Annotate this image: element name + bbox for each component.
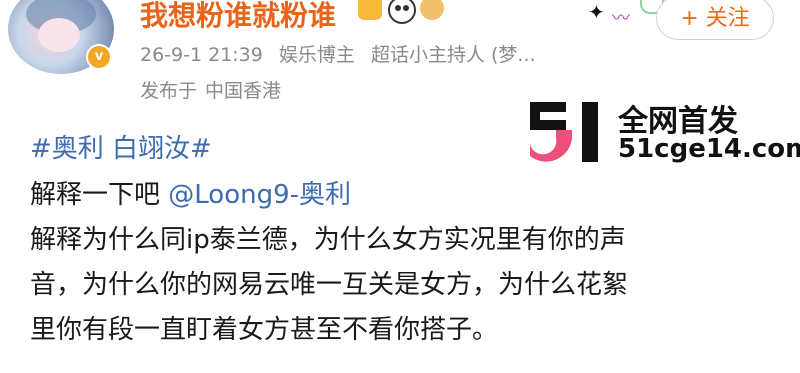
watermark: 全网首发 51cge14.com [526,98,800,166]
verified-badge-icon: v [86,44,112,70]
avatar-face [38,18,80,52]
watermark-domain: 51cge14.com [618,134,800,164]
username[interactable]: 我想粉谁就粉谁 [140,0,336,34]
author-topic-title[interactable]: 超话小主持人 (梦... [371,44,536,66]
mention-link[interactable]: @Loong9-奥利 [168,180,351,210]
post-text-line: 里你有段一直盯着女方甚至不看你搭子。 [30,315,499,345]
wave-sticker-icon: 〰 [612,8,630,29]
post-timestamp: 26-9-1 21:39 [140,44,263,66]
dessert-emoji-icon [420,0,444,20]
watermark-logo-icon [530,102,598,162]
post-meta: 26-9-1 21:39 娱乐博主 超话小主持人 (梦... [140,40,546,67]
panda-emoji-icon [388,0,416,24]
star-sticker-icon: ✦ [588,0,605,24]
post-text-line: 解释为什么同ip泰兰德，为什么女方实况里有你的声 [30,225,626,255]
publish-region: 中国香港 [205,80,282,102]
publish-location: 发布于 中国香港 [140,76,281,103]
publish-prefix: 发布于 [140,80,198,102]
author-role: 娱乐博主 [278,44,355,66]
crown-emoji-icon [358,0,382,20]
follow-button[interactable]: + 关注 [656,0,774,40]
post-hashtag-link[interactable]: #奥利 白翊汝# [30,128,212,165]
post-text-line: 音，为什么你的网易云唯一互关是女方，为什么花絮 [30,270,629,300]
post-text-fragment: 解释一下吧 [30,180,169,210]
weibo-post: v 我想粉谁就粉谁 ✦ 〰 + 关注 26-9-1 21:39 娱乐博主 超话小… [0,0,800,373]
post-text-line: 解释一下吧 @Loong9-奥利 [30,174,351,211]
